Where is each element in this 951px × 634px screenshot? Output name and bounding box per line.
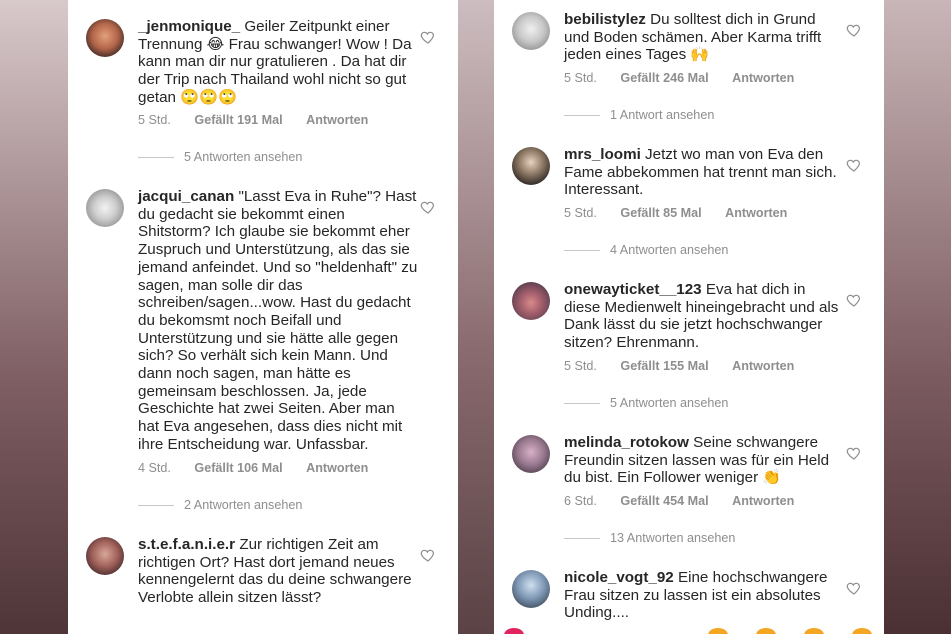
comment-time: 5 Std. — [138, 113, 171, 127]
like-heart-icon[interactable] — [846, 22, 862, 38]
avatar[interactable] — [512, 435, 550, 473]
view-replies-label[interactable]: 2 Antworten ansehen — [184, 498, 302, 512]
replies-divider — [138, 505, 174, 507]
avatar[interactable] — [86, 537, 124, 575]
like-heart-icon[interactable] — [420, 29, 436, 45]
comment-username[interactable]: jacqui_canan — [138, 188, 234, 205]
comment-username[interactable]: bebilistylez — [564, 11, 646, 28]
comment-meta: 5 Std. Gefällt 246 Mal Antworten — [564, 71, 814, 85]
comments-panel-left: _jenmonique_ Geiler Zeitpunkt einer Tren… — [68, 0, 458, 634]
view-replies-label[interactable]: 1 Antwort ansehen — [610, 108, 714, 122]
background-right — [883, 0, 951, 634]
view-replies[interactable]: 5 Antworten ansehen — [138, 150, 302, 164]
replies-divider — [564, 250, 600, 252]
replies-divider — [564, 538, 600, 540]
comment-username[interactable]: mrs_loomi — [564, 146, 641, 163]
comment-text: bebilistylez Du solltest dich in Grund u… — [564, 11, 844, 64]
view-replies-label[interactable]: 13 Antworten ansehen — [610, 531, 735, 545]
avatar[interactable] — [86, 19, 124, 57]
reply-button[interactable]: Antworten — [732, 494, 794, 508]
like-heart-icon[interactable] — [420, 199, 436, 215]
comment-time: 5 Std. — [564, 71, 597, 85]
comment-likes[interactable]: Gefällt 85 Mal — [620, 206, 701, 220]
comments-panel-right: bebilistylez Du solltest dich in Grund u… — [494, 0, 884, 634]
comment-time: 6 Std. — [564, 494, 597, 508]
comment-meta: 5 Std. Gefällt 155 Mal Antworten — [564, 359, 814, 373]
comment-body: "Lasst Eva in Ruhe"? Hast du gedacht sie… — [138, 188, 418, 453]
like-heart-icon[interactable] — [846, 445, 862, 461]
comment-username[interactable]: melinda_rotokow — [564, 434, 689, 451]
comment-text: s.t.e.f.a.n.i.e.r Zur richtigen Zeit am … — [138, 536, 418, 607]
avatar[interactable] — [512, 12, 550, 50]
comment-text: _jenmonique_ Geiler Zeitpunkt einer Tren… — [138, 18, 418, 107]
comment-text: melinda_rotokow Seine schwangere Freundi… — [564, 434, 844, 487]
comment-meta: 6 Std. Gefällt 454 Mal Antworten — [564, 494, 814, 508]
replies-divider — [138, 157, 174, 159]
replies-divider — [564, 115, 600, 117]
view-replies[interactable]: 5 Antworten ansehen — [564, 396, 728, 410]
view-replies[interactable]: 13 Antworten ansehen — [564, 531, 735, 545]
view-replies-label[interactable]: 5 Antworten ansehen — [610, 396, 728, 410]
comment-likes[interactable]: Gefällt 246 Mal — [620, 71, 708, 85]
comment-meta: 5 Std. Gefällt 191 Mal Antworten — [138, 113, 388, 127]
background-middle — [458, 0, 494, 634]
emoji-icon[interactable] — [852, 628, 872, 634]
comment-meta: 4 Std. Gefällt 106 Mal Antworten — [138, 461, 388, 475]
view-replies[interactable]: 1 Antwort ansehen — [564, 108, 714, 122]
comment-meta: 5 Std. Gefällt 85 Mal Antworten — [564, 206, 807, 220]
reply-button[interactable]: Antworten — [732, 359, 794, 373]
avatar[interactable] — [512, 570, 550, 608]
view-replies-label[interactable]: 4 Antworten ansehen — [610, 243, 728, 257]
avatar[interactable] — [86, 189, 124, 227]
avatar[interactable] — [512, 282, 550, 320]
reply-button[interactable]: Antworten — [306, 461, 368, 475]
comment-text: onewayticket__123 Eva hat dich in diese … — [564, 281, 844, 352]
comment-likes[interactable]: Gefällt 106 Mal — [194, 461, 282, 475]
view-replies-label[interactable]: 5 Antworten ansehen — [184, 150, 302, 164]
like-heart-icon[interactable] — [846, 580, 862, 596]
comment-username[interactable]: nicole_vogt_92 — [564, 569, 674, 586]
replies-divider — [564, 403, 600, 405]
comment-text: nicole_vogt_92 Eine hochschwangere Frau … — [564, 569, 844, 622]
comment-username[interactable]: s.t.e.f.a.n.i.e.r — [138, 536, 235, 553]
avatar[interactable] — [512, 147, 550, 185]
emoji-icon[interactable] — [804, 628, 824, 634]
reply-button[interactable]: Antworten — [725, 206, 787, 220]
like-heart-icon[interactable] — [846, 157, 862, 173]
view-replies[interactable]: 4 Antworten ansehen — [564, 243, 728, 257]
background-left — [0, 0, 68, 634]
comment-time: 5 Std. — [564, 206, 597, 220]
comment-likes[interactable]: Gefällt 155 Mal — [620, 359, 708, 373]
heart-emoji-icon[interactable] — [504, 628, 524, 634]
view-replies[interactable]: 2 Antworten ansehen — [138, 498, 302, 512]
comment-likes[interactable]: Gefällt 191 Mal — [194, 113, 282, 127]
emoji-icon[interactable] — [756, 628, 776, 634]
comment-likes[interactable]: Gefällt 454 Mal — [620, 494, 708, 508]
comment-time: 4 Std. — [138, 461, 171, 475]
comment-time: 5 Std. — [564, 359, 597, 373]
emoji-icon[interactable] — [708, 628, 728, 634]
comment-username[interactable]: _jenmonique_ — [138, 18, 240, 35]
comment-username[interactable]: onewayticket__123 — [564, 281, 702, 298]
like-heart-icon[interactable] — [420, 547, 436, 563]
comment-text: jacqui_canan "Lasst Eva in Ruhe"? Hast d… — [138, 188, 418, 454]
reply-button[interactable]: Antworten — [306, 113, 368, 127]
like-heart-icon[interactable] — [846, 292, 862, 308]
comment-text: mrs_loomi Jetzt wo man von Eva den Fame … — [564, 146, 844, 199]
reply-button[interactable]: Antworten — [732, 71, 794, 85]
